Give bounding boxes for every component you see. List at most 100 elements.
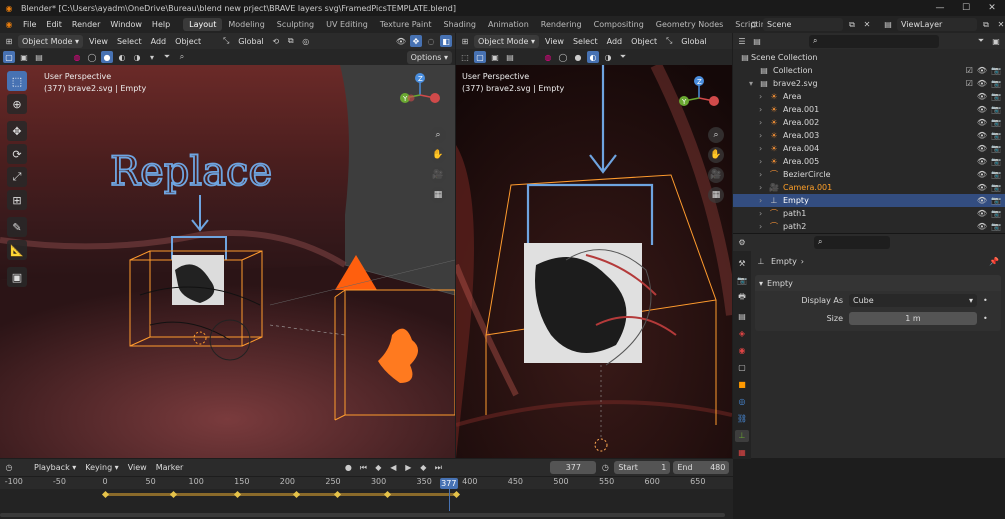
- outliner-item-collection[interactable]: ▤ Collection ☑ 👁 📷: [733, 64, 1005, 77]
- record-icon[interactable]: ●: [342, 462, 354, 474]
- outliner-item-path2[interactable]: › ⌒ path2 👁 📷: [733, 220, 1005, 233]
- outliner-item-brave2-svg[interactable]: ▾ ▤ brave2.svg ☑ 👁 📷: [733, 77, 1005, 90]
- menu-edit[interactable]: Edit: [41, 20, 67, 29]
- render-shading-icon[interactable]: ◑: [131, 51, 143, 63]
- timeline-menu-marker[interactable]: Marker: [153, 463, 187, 472]
- search-icon[interactable]: ⌕: [176, 51, 188, 63]
- outliner-editor-icon[interactable]: ☰: [736, 35, 748, 47]
- ortho-grid-icon[interactable]: ▦: [430, 187, 446, 203]
- jump-start-icon[interactable]: ⏮: [357, 462, 369, 474]
- right-select-subtract-icon[interactable]: ▤: [504, 51, 516, 63]
- tab-rendering[interactable]: Rendering: [535, 18, 588, 31]
- move-tool[interactable]: ✥: [7, 121, 27, 141]
- outliner-item-area[interactable]: › ☀ Area 👁 📷: [733, 90, 1005, 103]
- collection-tab-icon[interactable]: ▢: [735, 361, 749, 373]
- filter-icon[interactable]: ⏷: [161, 51, 173, 63]
- menu-help[interactable]: Help: [147, 20, 175, 29]
- visibility-icon[interactable]: 👁: [395, 35, 407, 47]
- eye-icon[interactable]: 👁: [977, 92, 987, 101]
- playhead-frame-badge[interactable]: 377: [439, 478, 458, 489]
- right-solid-icon[interactable]: ●: [572, 51, 584, 63]
- timeline-scrollbar[interactable]: [0, 513, 725, 517]
- outliner-item-area-005[interactable]: › ☀ Area.005 👁 📷: [733, 155, 1005, 168]
- prev-keyframe-icon[interactable]: ◆: [372, 462, 384, 474]
- eye-icon[interactable]: 👁: [977, 157, 987, 166]
- left-viewport[interactable]: Replace ⬚ ⊕ ✥ ⟳ ⤢ ⊞ ✎ 📐 ▣ User Perspecti…: [0, 65, 455, 458]
- keyframe-marker[interactable]: [101, 490, 109, 499]
- blender-menu-icon[interactable]: ◉: [3, 19, 15, 31]
- left-orientation-dropdown[interactable]: Global: [235, 37, 267, 46]
- eye-icon[interactable]: 👁: [977, 170, 987, 179]
- output-tab-icon[interactable]: 🖶: [735, 291, 749, 305]
- left-mode-dropdown[interactable]: Object Mode ▾: [18, 34, 83, 48]
- left-menu-select[interactable]: Select: [114, 37, 145, 46]
- tab-uv-editing[interactable]: UV Editing: [320, 18, 374, 31]
- outliner-search-field[interactable]: ⌕: [809, 34, 939, 48]
- pin-icon[interactable]: 📌: [988, 255, 1000, 267]
- select-subtract-icon[interactable]: ▤: [33, 51, 45, 63]
- eye-icon[interactable]: 👁: [977, 183, 987, 192]
- outliner-filter-icon[interactable]: ⏷: [975, 35, 987, 47]
- camera-render-icon[interactable]: 📷: [991, 79, 1001, 88]
- size-field[interactable]: 1 m: [849, 311, 977, 325]
- timeline-menu-view[interactable]: View: [125, 463, 150, 472]
- camera-render-icon[interactable]: 📷: [991, 170, 1001, 179]
- pivot-icon[interactable]: ⟲: [270, 35, 282, 47]
- physics-tab-icon[interactable]: ◎: [735, 396, 749, 408]
- solid-shading-icon[interactable]: ●: [101, 51, 113, 63]
- clock-icon[interactable]: ◷: [599, 462, 611, 474]
- snap-icon[interactable]: ⧉: [285, 35, 297, 47]
- camera-render-icon[interactable]: 📷: [991, 144, 1001, 153]
- right-select-extend-icon[interactable]: ▣: [489, 51, 501, 63]
- right-menu-object[interactable]: Object: [628, 37, 660, 46]
- right-zoom-icon[interactable]: ⌕: [708, 127, 724, 143]
- size-keyframe-icon[interactable]: •: [983, 314, 988, 323]
- outliner-item-area-003[interactable]: › ☀ Area.003 👁 📷: [733, 129, 1005, 142]
- camera-render-icon[interactable]: 📷: [991, 196, 1001, 205]
- menu-render[interactable]: Render: [67, 20, 105, 29]
- constraints-tab-icon[interactable]: ⛓: [735, 413, 749, 425]
- outliner-item-camera-001[interactable]: › 🎥 Camera.001 👁 📷: [733, 181, 1005, 194]
- camera-render-icon[interactable]: 📷: [991, 131, 1001, 140]
- expand-arrow-icon[interactable]: ›: [759, 157, 768, 166]
- delete-view-layer-icon[interactable]: ✕: [995, 19, 1005, 31]
- tab-shading[interactable]: Shading: [437, 18, 482, 31]
- expand-arrow-icon[interactable]: ›: [759, 105, 768, 114]
- scene-collection-row[interactable]: ▤ Scene Collection: [733, 51, 1005, 64]
- menu-file[interactable]: File: [18, 20, 41, 29]
- view-layer-field[interactable]: ViewLayer: [897, 18, 977, 31]
- view-layer-tab-icon[interactable]: ▤: [735, 310, 749, 322]
- right-navigation-gizmo[interactable]: Z Y: [674, 73, 724, 123]
- display-as-dropdown[interactable]: Cube ▾: [849, 293, 977, 307]
- start-frame-field[interactable]: Start 1: [614, 461, 671, 474]
- timeline-ruler[interactable]: -100 -50 0 50 100 150 200 250 300 350 400 450 500 550…: [0, 477, 733, 489]
- new-view-layer-icon[interactable]: ⧉: [980, 19, 992, 31]
- expand-arrow-icon[interactable]: ›: [759, 131, 768, 140]
- playhead-line[interactable]: [448, 489, 450, 511]
- annotate-tool[interactable]: ✎: [7, 217, 27, 237]
- overlay-toggle-icon[interactable]: ◌: [425, 35, 437, 47]
- outliner-item-area-004[interactable]: › ☀ Area.004 👁 📷: [733, 142, 1005, 155]
- delete-scene-icon[interactable]: ✕: [861, 19, 873, 31]
- material-shading-icon[interactable]: ◐: [116, 51, 128, 63]
- proportional-edit-icon[interactable]: ◎: [300, 35, 312, 47]
- wire-shading-icon[interactable]: ◯: [86, 51, 98, 63]
- scene-field[interactable]: Scene: [763, 18, 843, 31]
- tab-geometry-nodes[interactable]: Geometry Nodes: [650, 18, 729, 31]
- expand-arrow-icon[interactable]: ›: [759, 196, 768, 205]
- expand-arrow-icon[interactable]: ›: [759, 183, 768, 192]
- right-ortho-grid-icon[interactable]: ▦: [708, 187, 724, 203]
- right-wire-icon[interactable]: ◯: [557, 51, 569, 63]
- camera-render-icon[interactable]: 📷: [991, 183, 1001, 192]
- camera-render-icon[interactable]: 📷: [991, 118, 1001, 127]
- left-menu-object[interactable]: Object: [172, 37, 204, 46]
- expand-arrow-icon[interactable]: ›: [759, 118, 768, 127]
- next-keyframe-icon[interactable]: ◆: [417, 462, 429, 474]
- render-tab-icon[interactable]: 📷: [735, 274, 749, 286]
- zoom-icon[interactable]: ⌕: [430, 127, 446, 143]
- tab-sculpting[interactable]: Sculpting: [271, 18, 320, 31]
- properties-search-field[interactable]: ⌕: [814, 235, 890, 249]
- tab-layout[interactable]: Layout: [183, 18, 223, 31]
- camera-render-icon[interactable]: 📷: [991, 209, 1001, 218]
- editor-type-icon[interactable]: ⊞: [3, 35, 15, 47]
